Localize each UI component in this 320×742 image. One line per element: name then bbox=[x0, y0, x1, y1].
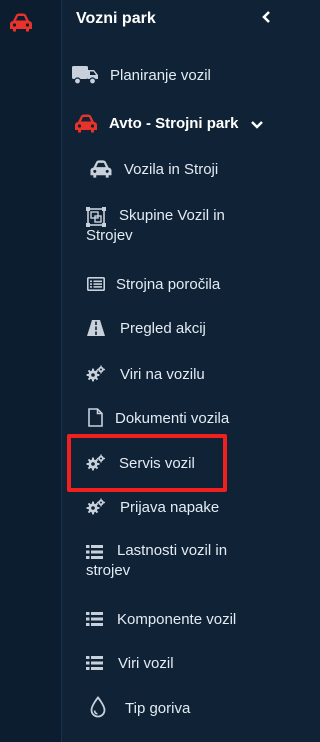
list-icon bbox=[86, 612, 103, 631]
tint-icon bbox=[90, 696, 106, 723]
menu-item-label: Lastnosti vozil in strojev bbox=[86, 542, 228, 579]
menu-item-vehicle-resources[interactable]: Viri na vozilu bbox=[86, 361, 286, 389]
menu-group-vehicles[interactable]: Avto - Strojni park bbox=[70, 110, 290, 138]
menu-item-vehicle-sources[interactable]: Viri vozil bbox=[86, 650, 286, 678]
menu-item-vehicle-properties[interactable]: Lastnosti vozil in strojev bbox=[86, 540, 286, 586]
cogs-icon bbox=[86, 454, 106, 477]
menu-item-vehicle-documents[interactable]: Dokumenti vozila bbox=[86, 405, 286, 433]
road-icon bbox=[87, 320, 105, 341]
menu-item-label: Dokumenti vozila bbox=[115, 410, 230, 427]
sidebar-root: Vozni park Planiranje vozil Avto - Stroj… bbox=[0, 0, 297, 742]
menu-item-vehicles-machines[interactable]: Vozila in Stroji bbox=[86, 156, 286, 184]
menu-item-report-fault[interactable]: Prijava napake bbox=[86, 494, 286, 522]
menu-item-label: Skupine Vozil in Strojev bbox=[86, 207, 225, 244]
menu-item-label: Strojna poročila bbox=[116, 276, 221, 293]
menu-item-vehicle-components[interactable]: Komponente vozil bbox=[86, 606, 286, 634]
menu-item-label: Viri na vozilu bbox=[120, 366, 205, 383]
menu-item-vehicle-service[interactable]: Servis vozil bbox=[86, 450, 286, 478]
cogs-icon bbox=[86, 365, 106, 388]
menu-item-fuel-type[interactable]: Tip goriva bbox=[86, 694, 286, 724]
sidebar-menu: Vozni park Planiranje vozil Avto - Stroj… bbox=[62, 0, 297, 742]
menu-item-label: Tip goriva bbox=[125, 700, 191, 717]
menu-item-planning-label: Planiranje vozil bbox=[110, 67, 211, 84]
list-alt-icon bbox=[87, 277, 105, 296]
menu-title: Vozni park bbox=[76, 10, 156, 27]
menu-item-label: Komponente vozil bbox=[117, 611, 237, 628]
icon-rail bbox=[0, 0, 62, 742]
menu-group-vehicles-label: Avto - Strojni park bbox=[109, 115, 239, 132]
menu-item-label: Prijava napake bbox=[120, 499, 220, 516]
car-icon bbox=[72, 113, 100, 140]
cogs-icon bbox=[86, 498, 106, 521]
list-icon bbox=[86, 656, 103, 675]
chevron-down-icon[interactable] bbox=[250, 117, 264, 135]
menu-header: Vozni park bbox=[62, 0, 297, 40]
file-icon bbox=[88, 408, 103, 432]
menu-item-machine-reports[interactable]: Strojna poročila bbox=[86, 271, 286, 299]
menu-item-label: Viri vozil bbox=[118, 655, 174, 672]
menu-item-label: Pregled akcij bbox=[120, 320, 206, 337]
menu-item-label: Servis vozil bbox=[119, 455, 195, 472]
truck-icon bbox=[72, 65, 100, 90]
car-icon bbox=[88, 159, 114, 185]
chevron-left-icon[interactable] bbox=[261, 9, 275, 27]
car-icon[interactable] bbox=[8, 12, 34, 34]
menu-item-actions-overview[interactable]: Pregled akcij bbox=[86, 315, 286, 343]
menu-item-vehicle-groups[interactable]: Skupine Vozil in Strojev bbox=[86, 204, 286, 250]
menu-item-label: Vozila in Stroji bbox=[124, 161, 219, 178]
menu-item-planning[interactable]: Planiranje vozil bbox=[70, 62, 290, 90]
